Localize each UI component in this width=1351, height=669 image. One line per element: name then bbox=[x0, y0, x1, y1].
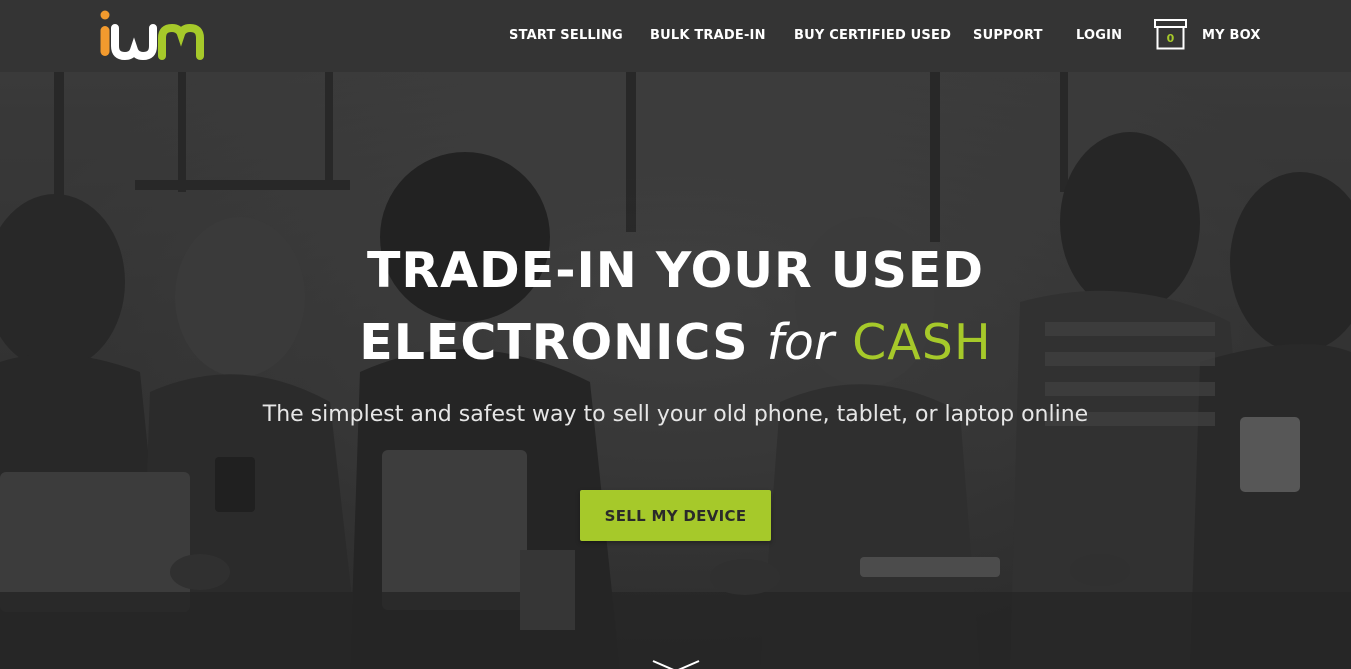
nav-my-box[interactable]: MY BOX bbox=[1202, 28, 1261, 43]
nav-login[interactable]: LOGIN bbox=[1076, 28, 1122, 43]
hero-title-cash: CASH bbox=[852, 314, 992, 371]
sell-my-device-button[interactable]: SELL MY DEVICE bbox=[580, 490, 771, 541]
site-header: START SELLING BULK TRADE-IN BUY CERTIFIE… bbox=[0, 0, 1351, 72]
nav-bulk-trade-in[interactable]: BULK TRADE-IN bbox=[650, 28, 766, 43]
hero-section: TRADE-IN YOUR USED ELECTRONICS for CASH … bbox=[0, 72, 1351, 669]
hero-subtitle: The simplest and safest way to sell your… bbox=[262, 402, 1089, 427]
hero-title-electronics: ELECTRONICS bbox=[359, 314, 749, 371]
hero-title-line1: TRADE-IN YOUR USED bbox=[366, 242, 985, 299]
nav-start-selling[interactable]: START SELLING bbox=[509, 28, 623, 43]
hero-title-line2: ELECTRONICS for CASH bbox=[0, 307, 1351, 379]
iwm-logo[interactable] bbox=[98, 10, 216, 62]
hero-title-for: for bbox=[766, 314, 835, 371]
nav-buy-certified-used[interactable]: BUY CERTIFIED USED bbox=[794, 28, 951, 43]
box-count-badge: 0 bbox=[1166, 32, 1175, 45]
nav-support[interactable]: SUPPORT bbox=[973, 28, 1043, 43]
chevron-down-icon[interactable] bbox=[651, 660, 701, 669]
